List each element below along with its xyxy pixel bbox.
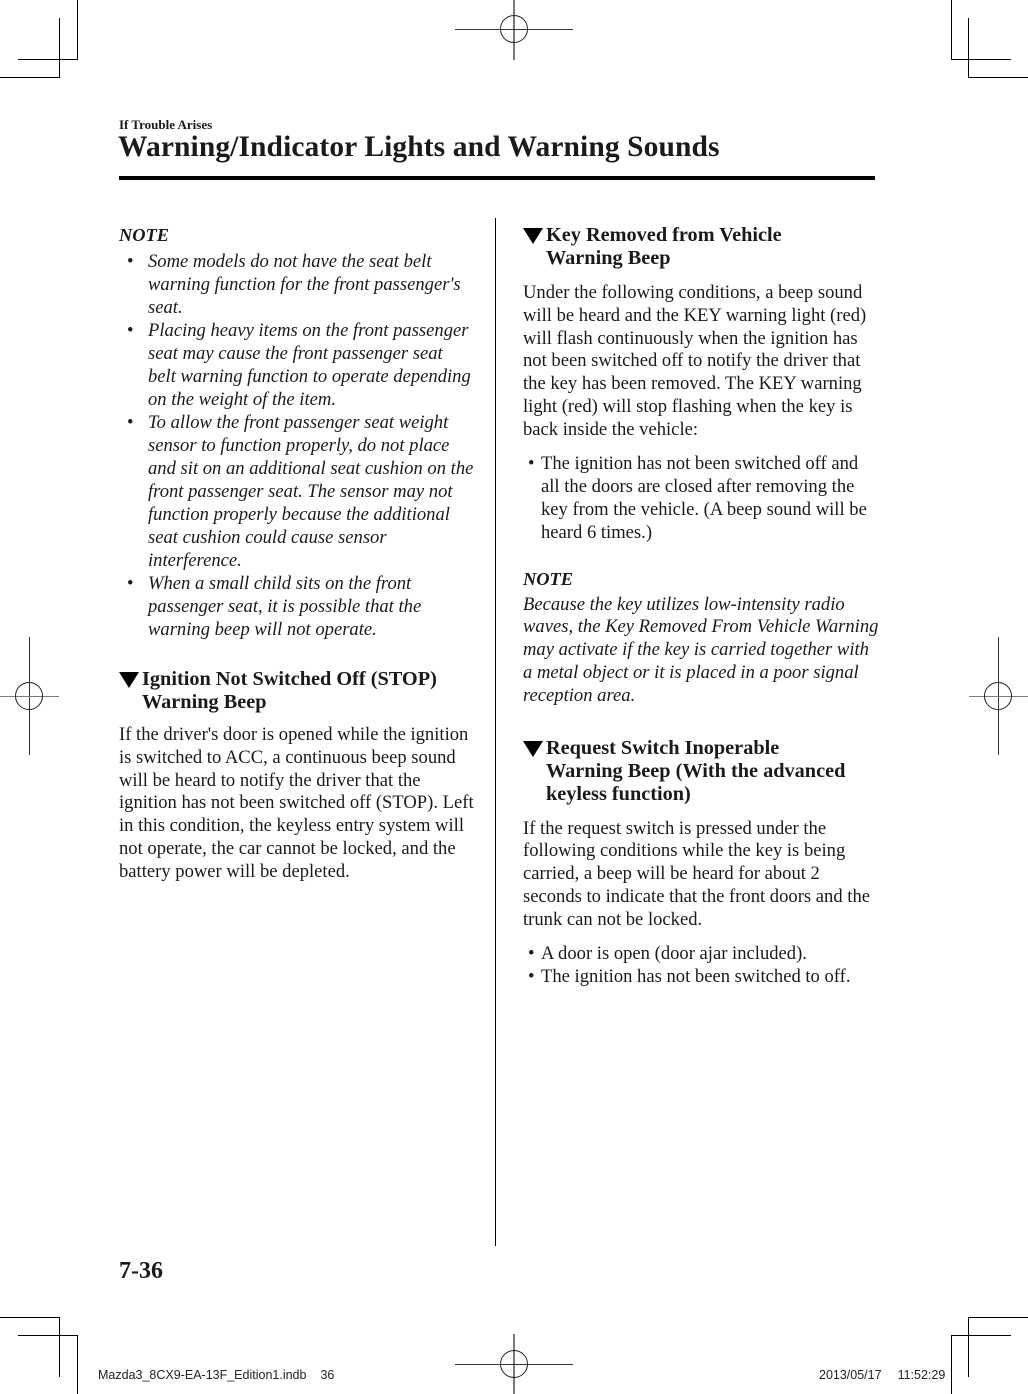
bullet-icon: • bbox=[528, 965, 535, 987]
title-rule bbox=[119, 176, 875, 180]
note-label: NOTE bbox=[119, 225, 170, 245]
section-heading: Key Removed from Vehicle Warning Beep bbox=[523, 224, 879, 270]
bullet-icon: • bbox=[127, 251, 134, 272]
note-text: Because the key utilizes low-intensity r… bbox=[523, 593, 879, 706]
bullet-icon: • bbox=[127, 320, 134, 341]
note-item: • Placing heavy items on the front passen… bbox=[127, 320, 471, 410]
down-triangle-icon bbox=[523, 740, 543, 757]
note-block: NOTE • Some models do not have the seat b… bbox=[119, 224, 475, 641]
condition-list: • The ignition has not been switched off … bbox=[523, 452, 879, 544]
section-ignition-not-switched-off: Ignition Not Switched Off (STOP) Warning… bbox=[119, 668, 475, 884]
section-heading: Ignition Not Switched Off (STOP) Warning… bbox=[119, 668, 475, 714]
down-triangle-icon bbox=[119, 672, 139, 688]
note-item: • When a small child sits on the front pa… bbox=[127, 573, 422, 640]
section-body: If the request switch is pressed under t… bbox=[523, 817, 870, 930]
section-body: If the driver's door is opened while the… bbox=[119, 724, 474, 882]
section-body: Under the following conditions, a beep s… bbox=[523, 282, 867, 440]
note-item: • Some models do not have the seat belt w… bbox=[127, 251, 461, 318]
note-block: NOTE Because the key utilizes low-intens… bbox=[523, 568, 879, 708]
slug-file: Mazda3_8CX9-EA-13F_Edition1.indb 36 bbox=[98, 1368, 335, 1382]
slug-timestamp: 2013/05/17 11:52:29 bbox=[819, 1368, 946, 1382]
section-heading: Request Switch Inoperable Warning Beep (… bbox=[523, 737, 879, 806]
note-item: • To allow the front passenger seat weigh… bbox=[127, 412, 474, 571]
column-divider bbox=[495, 218, 496, 1246]
note-list: • Some models do not have the seat belt w… bbox=[119, 250, 475, 641]
right-column: Key Removed from Vehicle Warning Beep Un… bbox=[523, 224, 879, 988]
section-request-switch-inoperable: Request Switch Inoperable Warning Beep (… bbox=[523, 737, 879, 988]
bullet-icon: • bbox=[127, 412, 134, 433]
condition-item: • A door is open (door ajar included). bbox=[528, 942, 807, 964]
page-title: Warning/Indicator Lights and Warning Sou… bbox=[118, 131, 720, 163]
condition-list: • A door is open (door ajar included). • T… bbox=[523, 942, 879, 988]
left-column: NOTE • Some models do not have the seat b… bbox=[119, 224, 475, 884]
page-number: 7-36 bbox=[119, 1258, 163, 1284]
bullet-icon: • bbox=[127, 573, 134, 594]
section-key-removed: Key Removed from Vehicle Warning Beep Un… bbox=[523, 224, 879, 708]
condition-item: • The ignition has not been switched off … bbox=[528, 452, 867, 543]
condition-item: • The ignition has not been switched to o… bbox=[528, 965, 851, 987]
bullet-icon: • bbox=[528, 452, 535, 474]
note-label: NOTE bbox=[523, 568, 574, 589]
down-triangle-icon bbox=[523, 228, 543, 244]
bullet-icon: • bbox=[528, 942, 535, 964]
